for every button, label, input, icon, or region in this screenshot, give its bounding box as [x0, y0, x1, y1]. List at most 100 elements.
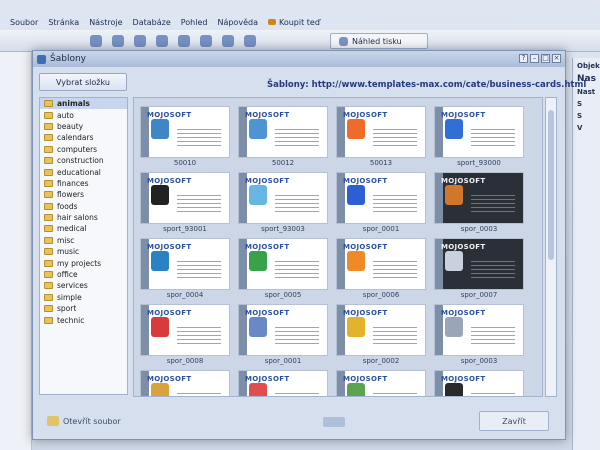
folder-item[interactable]: technic — [40, 314, 127, 325]
templates-url-link[interactable]: Šablony: http://www.templates-max.com/ca… — [267, 80, 586, 90]
card-brand: MOJOSOFT — [441, 309, 486, 317]
card-text-lines — [471, 393, 515, 396]
folder-icon — [44, 271, 53, 279]
folder-item[interactable]: simple — [40, 292, 127, 303]
template-thumbnail[interactable]: MOJOSOFT — [140, 106, 230, 158]
template-label: spor_0004 — [166, 291, 204, 299]
folder-item[interactable]: services — [40, 280, 127, 291]
card-image — [445, 251, 463, 271]
close-button[interactable]: Zavřít — [479, 411, 549, 431]
template-thumbnail[interactable]: MOJOSOFT — [434, 370, 524, 396]
crop-icon[interactable] — [134, 34, 146, 47]
template-grid[interactable]: MOJOSOFT 50010 MOJOSOFT 50012 MOJOSOFT 50013 M… — [133, 97, 543, 397]
card-brand: MOJOSOFT — [343, 243, 388, 251]
folder-icon — [44, 225, 53, 233]
templates-dialog: Šablony ? – □ × Vybrat složku Šablony: h… — [32, 50, 586, 440]
template-thumbnail[interactable]: MOJOSOFT — [238, 106, 328, 158]
card-text-lines — [373, 129, 417, 149]
properties-panel: Objek Nas Nast S S V — [572, 58, 600, 450]
card-image — [249, 185, 267, 205]
menu-item-view[interactable]: Pohled — [181, 18, 208, 27]
folder-icon — [44, 293, 53, 301]
folder-item[interactable]: animals — [40, 98, 127, 110]
menu-item-tools[interactable]: Nástroje — [89, 18, 122, 27]
template-label: spor_0005 — [264, 291, 302, 299]
folder-item[interactable]: calendars — [40, 132, 127, 143]
template-thumbnail[interactable]: MOJOSOFT — [434, 172, 524, 224]
card-text-lines — [373, 327, 417, 347]
template-thumbnail[interactable]: MOJOSOFT — [238, 172, 328, 224]
template-label: 50010 — [173, 159, 197, 167]
menu-item-help[interactable]: Nápověda — [217, 18, 258, 27]
folder-item[interactable]: auto — [40, 109, 127, 120]
card-image — [445, 383, 463, 396]
toolbar: Náhled tisku — [0, 30, 600, 52]
template-thumbnail[interactable]: MOJOSOFT — [140, 370, 230, 396]
print-preview-button[interactable]: Náhled tisku — [330, 33, 428, 49]
close-icon[interactable]: × — [552, 54, 561, 63]
undo-icon[interactable] — [90, 34, 102, 47]
card-brand: MOJOSOFT — [245, 111, 290, 119]
card-brand: MOJOSOFT — [343, 111, 388, 119]
zoom-icon[interactable] — [178, 34, 190, 47]
panel-label[interactable]: V — [577, 124, 600, 132]
folder-item[interactable]: music — [40, 246, 127, 257]
folder-item[interactable]: finances — [40, 178, 127, 189]
template-thumbnail[interactable]: MOJOSOFT — [140, 172, 230, 224]
template-thumbnail[interactable]: MOJOSOFT — [336, 370, 426, 396]
template-thumbnail[interactable]: MOJOSOFT — [434, 238, 524, 290]
card-brand: MOJOSOFT — [441, 375, 486, 383]
card-text-lines — [373, 393, 417, 396]
template-thumbnail[interactable]: MOJOSOFT — [238, 238, 328, 290]
open-file-button[interactable]: Otevřít soubor — [47, 411, 123, 431]
folder-item[interactable]: misc — [40, 235, 127, 246]
minimize-icon[interactable]: – — [530, 54, 539, 63]
template-thumbnail[interactable]: MOJOSOFT — [336, 238, 426, 290]
template-thumbnail[interactable]: MOJOSOFT — [434, 304, 524, 356]
panel-label[interactable]: S — [577, 100, 600, 108]
zoom-out-icon[interactable] — [222, 34, 234, 47]
folder-item[interactable]: educational — [40, 166, 127, 177]
template-thumbnail[interactable]: MOJOSOFT — [336, 304, 426, 356]
redo-icon[interactable] — [112, 34, 124, 47]
folder-item[interactable]: flowers — [40, 189, 127, 200]
template-thumbnail[interactable]: MOJOSOFT — [434, 106, 524, 158]
template-thumbnail[interactable]: MOJOSOFT — [336, 172, 426, 224]
folder-item[interactable]: beauty — [40, 121, 127, 132]
card-brand: MOJOSOFT — [245, 243, 290, 251]
card-image — [249, 383, 267, 396]
folder-item[interactable]: hair salons — [40, 212, 127, 223]
select-folder-button[interactable]: Vybrat složku — [39, 73, 127, 91]
folder-item[interactable]: foods — [40, 201, 127, 212]
folder-icon — [44, 179, 53, 187]
template-thumbnail[interactable]: MOJOSOFT — [140, 238, 230, 290]
menu-item-page[interactable]: Stránka — [48, 18, 79, 27]
buy-now-menu-item[interactable]: Koupit teď — [267, 18, 320, 27]
scrollbar-thumb[interactable] — [548, 110, 554, 260]
zoom-fit-icon[interactable] — [244, 34, 256, 47]
template-thumbnail[interactable]: MOJOSOFT — [238, 370, 328, 396]
folder-item[interactable]: my projects — [40, 257, 127, 268]
template-thumbnail[interactable]: MOJOSOFT — [336, 106, 426, 158]
folder-icon — [44, 191, 53, 199]
menu-item-file[interactable]: Soubor — [10, 18, 38, 27]
zoom-in-icon[interactable] — [200, 34, 212, 47]
folder-icon — [44, 305, 53, 313]
folder-icon — [44, 248, 53, 256]
folder-item[interactable]: office — [40, 269, 127, 280]
dialog-titlebar[interactable]: Šablony ? – □ × — [33, 51, 565, 67]
folder-label: misc — [57, 235, 75, 245]
menu-item-database[interactable]: Databáze — [133, 18, 171, 27]
grid-icon[interactable] — [156, 34, 168, 47]
help-icon[interactable]: ? — [519, 54, 528, 63]
folder-item[interactable]: medical — [40, 223, 127, 234]
folder-item[interactable]: construction — [40, 155, 127, 166]
template-grid-scrollbar[interactable] — [545, 97, 557, 397]
template-thumbnail[interactable]: MOJOSOFT — [238, 304, 328, 356]
folder-item[interactable]: sport — [40, 303, 127, 314]
folder-list[interactable]: animals auto beauty calendars computers const… — [39, 97, 128, 395]
panel-label[interactable]: S — [577, 112, 600, 120]
folder-item[interactable]: computers — [40, 144, 127, 155]
maximize-icon[interactable]: □ — [541, 54, 550, 63]
template-thumbnail[interactable]: MOJOSOFT — [140, 304, 230, 356]
